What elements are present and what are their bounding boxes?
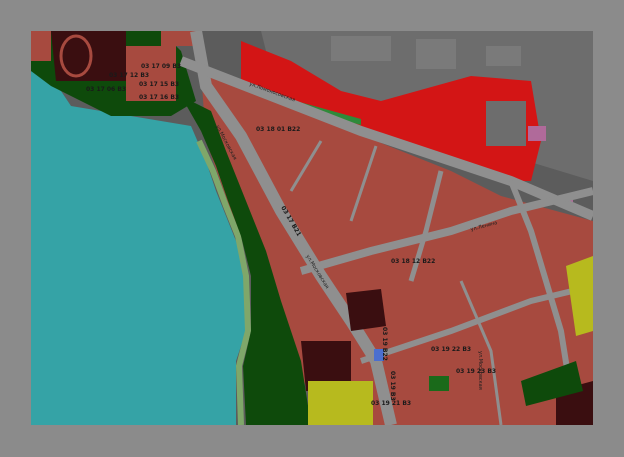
- industrial-gray-inner: [486, 101, 526, 146]
- zone-label: 03 19 B22: [381, 327, 388, 361]
- zone-label: 03 18 12 B22: [391, 258, 435, 265]
- map-frame: 03 17 09 B3 03 17 15 B3 03 17 16 B3 03 1…: [0, 0, 624, 457]
- zone-label: 03 19 21 B3: [371, 400, 411, 407]
- gray-building: [486, 46, 521, 66]
- dark-block: [346, 289, 386, 331]
- gray-building: [416, 39, 456, 69]
- yellow-zone: [308, 381, 373, 425]
- street-label: ул.Московская: [477, 351, 483, 390]
- zone-label: 03 17 09 B3: [141, 63, 181, 70]
- zone-label: 03 19 23 B3: [456, 368, 496, 375]
- map-canvas[interactable]: 03 17 09 B3 03 17 15 B3 03 17 16 B3 03 1…: [31, 31, 593, 425]
- zone-label: 03 19 B3: [389, 371, 396, 401]
- zone-label: 03 17 15 B3: [139, 81, 179, 88]
- residential-block: [31, 31, 51, 61]
- zone-label: 03 17 16 B3: [139, 94, 179, 101]
- zone-label: 03 18 01 B22: [256, 126, 300, 133]
- green-patch: [429, 376, 449, 391]
- gray-building: [331, 36, 391, 61]
- zone-label: 03 19 22 B3: [431, 346, 471, 353]
- zone-label: 03 17 12 B3: [109, 72, 149, 79]
- pink-building: [528, 126, 546, 141]
- map-view[interactable]: 03 17 09 B3 03 17 15 B3 03 17 16 B3 03 1…: [31, 31, 593, 425]
- zone-label: 03 17 06 B3: [86, 86, 126, 93]
